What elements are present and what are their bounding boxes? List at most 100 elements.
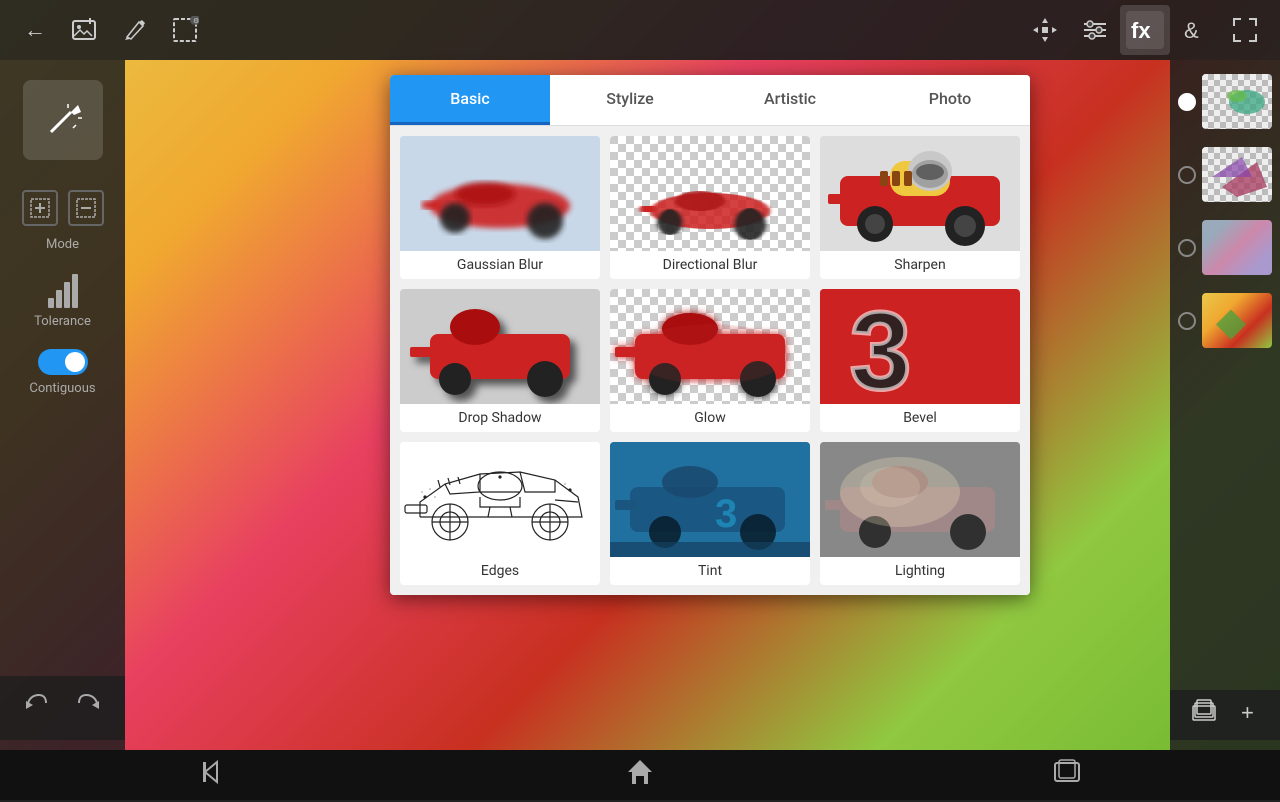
filter-grid: Gaussian Blur: [390, 126, 1030, 595]
top-toolbar: ← ⚙: [0, 0, 1280, 60]
pencil-icon: [122, 17, 148, 43]
recents-nav-button[interactable]: [1031, 748, 1103, 802]
filter-gaussian-blur[interactable]: Gaussian Blur: [400, 136, 600, 279]
image-add-icon: [71, 16, 99, 44]
layers-panel-button[interactable]: [1190, 698, 1218, 732]
undo-icon: [22, 691, 50, 719]
filter-directional-blur[interactable]: Directional Blur: [610, 136, 810, 279]
tolerance-section: Tolerance: [0, 272, 125, 329]
magic-wand-button[interactable]: [23, 80, 103, 160]
layer-thumb-2: [1202, 147, 1272, 202]
sliders-button[interactable]: [1070, 5, 1120, 55]
redo-button[interactable]: [70, 686, 108, 730]
toggle-knob: [65, 352, 85, 372]
filter-bevel[interactable]: 3 3 Bevel: [820, 289, 1020, 432]
selection-icon: ⚙: [171, 16, 199, 44]
filter-lighting[interactable]: Lighting: [820, 442, 1020, 585]
filter-name-directional: Directional Blur: [663, 251, 758, 279]
layer-thumb-4: [1202, 293, 1272, 348]
layer-thumb-1: [1202, 74, 1272, 129]
move-button[interactable]: [1020, 5, 1070, 55]
filter-thumb-edges: [400, 442, 600, 557]
layers-bottom-bar: +: [1170, 690, 1280, 740]
move-icon: [1031, 16, 1059, 44]
add-layer-icon: +: [1237, 700, 1261, 724]
filter-name-gaussian: Gaussian Blur: [457, 251, 543, 279]
svg-text:3: 3: [715, 492, 737, 536]
filter-thumb-bevel: 3 3: [820, 289, 1020, 404]
filter-glow[interactable]: Glow: [610, 289, 810, 432]
filter-tint[interactable]: 3 Tint: [610, 442, 810, 585]
magic-wand-icon: [43, 100, 83, 140]
right-sidebar: [1170, 60, 1280, 750]
layer-item-2[interactable]: [1170, 143, 1280, 206]
pencil-button[interactable]: [110, 5, 160, 55]
back-nav-icon: [197, 756, 229, 788]
tolerance-icon: [48, 272, 78, 308]
filter-edges[interactable]: Edges: [400, 442, 600, 585]
home-nav-button[interactable]: [604, 748, 676, 802]
layer-thumb-3: [1202, 220, 1272, 275]
svg-text:fx: fx: [1131, 18, 1151, 43]
redo-icon: [75, 691, 103, 719]
layer-item-4[interactable]: [1170, 289, 1280, 352]
filter-name-edges: Edges: [481, 557, 519, 585]
back-nav-button[interactable]: [177, 748, 249, 802]
filter-thumb-dropshadow: [400, 289, 600, 404]
filter-panel: Basic Stylize Artistic Photo: [390, 75, 1030, 595]
contiguous-section: Contiguous: [0, 349, 125, 396]
filter-thumb-sharpen: [820, 136, 1020, 251]
filter-thumb-directional: [610, 136, 810, 251]
tab-artistic[interactable]: Artistic: [710, 75, 870, 125]
svg-text:+: +: [1241, 700, 1254, 724]
filter-thumb-tint: 3: [610, 442, 810, 557]
layer-radio-2[interactable]: [1178, 166, 1196, 184]
layer-item-3[interactable]: [1170, 216, 1280, 279]
mode-subtract-button[interactable]: [68, 190, 104, 226]
image-add-button[interactable]: [60, 5, 110, 55]
left-sidebar: Mode Tolerance Contiguous: [0, 60, 125, 750]
tab-stylize[interactable]: Stylize: [550, 75, 710, 125]
combine-button[interactable]: &: [1170, 5, 1220, 55]
svg-text:&: &: [1184, 18, 1199, 43]
filter-thumb-lighting: [820, 442, 1020, 557]
selection-button[interactable]: ⚙: [160, 5, 210, 55]
mode-add-icon: [30, 198, 50, 218]
layer-radio-1[interactable]: [1178, 93, 1196, 111]
filter-name-lighting: Lighting: [895, 557, 945, 585]
contiguous-label: Contiguous: [29, 381, 95, 396]
filter-tabs: Basic Stylize Artistic Photo: [390, 75, 1030, 126]
filter-thumb-gaussian: [400, 136, 600, 251]
filter-name-tint: Tint: [698, 557, 722, 585]
mode-add-button[interactable]: [22, 190, 58, 226]
filter-name-bevel: Bevel: [903, 404, 937, 432]
filter-drop-shadow[interactable]: Drop Shadow: [400, 289, 600, 432]
mode-label: Mode: [46, 237, 79, 252]
filter-name-drop-shadow: Drop Shadow: [458, 404, 541, 432]
layer-radio-4[interactable]: [1178, 312, 1196, 330]
fullscreen-button[interactable]: [1220, 5, 1270, 55]
mode-subtract-icon: [76, 198, 96, 218]
back-button[interactable]: ←: [10, 5, 60, 55]
tolerance-label: Tolerance: [34, 314, 91, 329]
contiguous-toggle[interactable]: [38, 349, 88, 375]
layers-icon: [1190, 698, 1218, 726]
undo-button[interactable]: [17, 686, 55, 730]
tab-basic[interactable]: Basic: [390, 75, 550, 125]
filter-thumb-glow: [610, 289, 810, 404]
bottom-nav: [0, 750, 1280, 800]
filter-name-sharpen: Sharpen: [894, 251, 945, 279]
svg-text:3: 3: [850, 290, 911, 404]
home-nav-icon: [624, 756, 656, 788]
undo-redo-bar: [0, 676, 125, 740]
tab-photo[interactable]: Photo: [870, 75, 1030, 125]
fx-button[interactable]: fx: [1120, 5, 1170, 55]
add-layer-button[interactable]: +: [1237, 700, 1261, 730]
filter-name-glow: Glow: [694, 404, 725, 432]
layer-radio-3[interactable]: [1178, 239, 1196, 257]
layer-item-1[interactable]: [1170, 70, 1280, 133]
mode-section: Mode: [0, 190, 125, 252]
combine-icon: &: [1181, 16, 1209, 44]
recents-nav-icon: [1051, 756, 1083, 788]
filter-sharpen[interactable]: Sharpen: [820, 136, 1020, 279]
